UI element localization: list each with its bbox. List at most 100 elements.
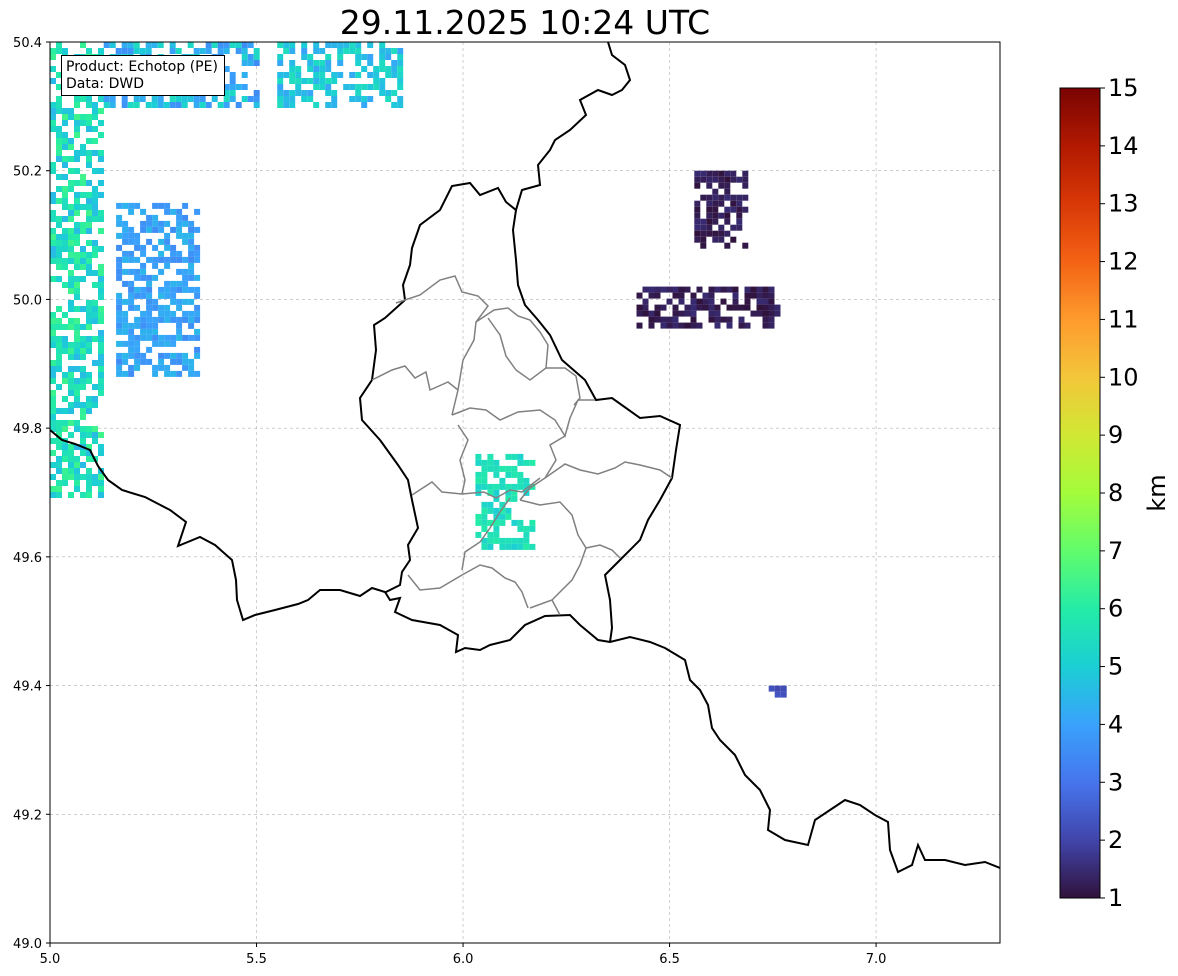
echo-cell [361,84,368,90]
echo-cell [128,226,135,233]
echo-cell [98,294,104,300]
colorbar-tick-label: 9 [1108,421,1123,449]
echo-cell [730,170,737,177]
echo-cell [74,420,80,426]
echo-cell [678,310,685,317]
echo-cell [122,370,129,377]
echo-cell [86,48,92,54]
echo-cell [780,685,787,692]
echo-cell [134,322,141,329]
echo-cell [127,48,134,54]
echo-cell [158,292,165,299]
echo-cell [253,96,260,102]
echo-cell [648,322,655,329]
echo-cell [116,352,123,359]
echo-cell [170,298,177,305]
echo-cell [152,304,159,311]
echo-cell [337,72,344,78]
echo-cell [648,292,655,299]
echo-cell [642,286,649,293]
colorbar-tick-label: 6 [1108,595,1123,623]
echo-cell [768,310,775,317]
echo-cell [706,218,713,225]
echo-cell [92,480,98,486]
echo-cell [68,324,74,330]
echo-cell [116,316,123,323]
echo-cell [128,328,135,335]
echo-cell [68,168,74,174]
echo-cell [307,60,314,66]
echo-cell [666,298,673,305]
x-tick-label: 5.5 [246,952,267,967]
echo-cell [50,228,56,234]
echo-cell [68,228,74,234]
echo-cell [62,468,68,474]
echo-cell [724,212,731,219]
echo-cell [50,342,56,348]
echo-cell [116,268,123,275]
echo-cell [122,220,129,227]
echo-cell [152,322,159,329]
data-source-label: Data: DWD [66,76,144,92]
echo-cell [98,228,104,234]
echo-cell [92,426,98,432]
echo-cell [50,168,56,174]
echo-cell [116,364,123,371]
echo-cell [98,360,104,366]
echo-cell [128,286,135,293]
echo-cell [98,270,104,276]
echo-cell [493,531,500,538]
echo-cell [86,96,92,102]
echo-cell [74,276,80,282]
echo-cell [68,252,74,258]
echo-cell [146,304,153,311]
echo-cell [235,102,242,108]
echo-cell [62,108,68,114]
echo-cell [56,426,62,432]
echo-cell [109,96,116,102]
echo-cell [164,370,171,377]
echo-cell [128,256,135,263]
echo-cell [283,72,290,78]
echo-cell [481,471,488,478]
echo-cell [702,298,709,305]
echo-cell [92,210,98,216]
echo-cell [92,126,98,132]
x-tick-label: 6.5 [659,952,680,967]
echo-cell [660,316,667,323]
echo-cell [86,396,92,402]
echo-cell [109,102,116,108]
echo-cell [337,54,344,60]
echo-cell [98,348,104,354]
echo-cell [678,292,685,299]
echo-cell [146,298,153,305]
echo-cell [373,66,380,72]
echo-cell [80,336,86,342]
echo-cell [74,252,80,258]
echo-cell [182,238,189,245]
colorbar-tick-label: 8 [1108,479,1123,507]
echo-cell [74,210,80,216]
echo-cell [164,202,171,209]
echo-cell [56,252,62,258]
echo-cell [74,402,80,408]
echo-cell [62,420,68,426]
echo-cell [481,507,488,514]
echo-cell [475,453,482,460]
echo-cell [253,102,260,108]
radar-chart: 5.0 5.5 6.0 6.5 7.0 49.0 49.2 49.4 49.6 49.8 50.0… [13,36,1171,967]
echo-cell [325,84,332,90]
colorbar: 123456789101112131415km [1059,74,1171,912]
echo-cell [68,468,74,474]
echo-cell [188,286,195,293]
echo-cell [714,310,721,317]
echo-cell [718,236,725,243]
echo-cell [361,66,368,72]
echo-cell [241,60,248,66]
echo-cell [68,234,74,240]
echo-cell [92,198,98,204]
echo-cell [289,60,296,66]
echo-cell [487,453,494,460]
echo-cell [481,477,488,484]
echo-cell [331,96,338,102]
